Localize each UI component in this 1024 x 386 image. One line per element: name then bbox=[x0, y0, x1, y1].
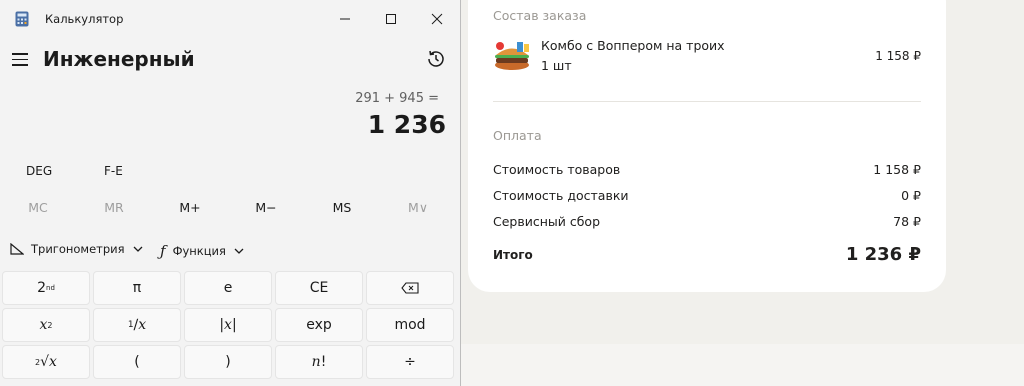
expression-display: 291 + 945 = bbox=[355, 91, 439, 106]
backspace-key[interactable] bbox=[366, 271, 454, 305]
calculator-window: Калькулятор Инженерный 291 + 945 = 1 236… bbox=[0, 0, 461, 386]
square-root-key[interactable]: 2 √ x bbox=[2, 345, 90, 379]
maximize-button[interactable] bbox=[368, 0, 414, 38]
square-key[interactable]: x2 bbox=[2, 308, 90, 342]
second-function-key[interactable]: 2nd bbox=[2, 271, 90, 305]
chevron-down-icon bbox=[133, 246, 143, 252]
window-title: Калькулятор bbox=[45, 12, 124, 26]
mod-key[interactable]: mod bbox=[366, 308, 454, 342]
order-summary-card: Состав заказа Комбо с Воппером на троих … bbox=[468, 0, 946, 292]
close-button[interactable] bbox=[414, 0, 460, 38]
absolute-key[interactable]: | x | bbox=[184, 308, 272, 342]
order-composition-title: Состав заказа bbox=[493, 8, 587, 23]
maximize-icon bbox=[386, 14, 396, 24]
pi-key[interactable]: π bbox=[93, 271, 181, 305]
angle-mode-button[interactable]: DEG bbox=[26, 164, 52, 178]
fe-button[interactable]: F-E bbox=[104, 164, 123, 178]
function-icon: ƒ bbox=[160, 242, 166, 260]
payment-title: Оплата bbox=[493, 128, 542, 143]
chevron-down-icon bbox=[234, 248, 244, 254]
memory-add-button[interactable]: M+ bbox=[152, 200, 228, 215]
close-paren-key[interactable]: ) bbox=[184, 345, 272, 379]
burger-combo-icon[interactable] bbox=[493, 40, 531, 72]
total-label: Итого bbox=[493, 248, 533, 262]
backspace-icon bbox=[401, 282, 419, 294]
function-label: Функция bbox=[172, 244, 226, 258]
reciprocal-key[interactable]: 1 ∕ x bbox=[93, 308, 181, 342]
function-dropdown[interactable]: ƒ Функция bbox=[160, 242, 245, 260]
delivery-cost-value: 0 ₽ bbox=[901, 188, 921, 203]
history-icon[interactable] bbox=[425, 48, 447, 70]
memory-recall-button[interactable]: MR bbox=[76, 200, 152, 215]
minimize-button[interactable] bbox=[322, 0, 368, 38]
divider bbox=[493, 101, 921, 102]
item-quantity: 1 шт bbox=[541, 58, 572, 73]
exp-key[interactable]: exp bbox=[275, 308, 363, 342]
open-paren-key[interactable]: ( bbox=[93, 345, 181, 379]
item-price: 1 158 ₽ bbox=[875, 49, 921, 63]
item-name[interactable]: Комбо с Воппером на троих bbox=[541, 38, 725, 53]
calculator-mode-title: Инженерный bbox=[43, 47, 195, 71]
goods-cost-label: Стоимость товаров bbox=[493, 162, 621, 177]
close-icon bbox=[431, 13, 443, 25]
service-fee-value: 78 ₽ bbox=[893, 214, 921, 229]
factorial-key[interactable]: n! bbox=[275, 345, 363, 379]
memory-list-button[interactable]: M∨ bbox=[380, 200, 456, 215]
calculator-app-icon bbox=[15, 11, 29, 27]
memory-subtract-button[interactable]: M− bbox=[228, 200, 304, 215]
goods-cost-value: 1 158 ₽ bbox=[873, 162, 921, 177]
trigonometry-dropdown[interactable]: Тригонометрия bbox=[10, 242, 144, 256]
triangle-ruler-icon bbox=[10, 243, 24, 255]
result-display: 1 236 bbox=[367, 110, 446, 139]
delivery-cost-label: Стоимость доставки bbox=[493, 188, 629, 203]
minimize-icon bbox=[340, 18, 350, 20]
clear-entry-key[interactable]: CE bbox=[275, 271, 363, 305]
hamburger-menu-icon[interactable] bbox=[12, 53, 28, 67]
total-value: 1 236 ₽ bbox=[845, 244, 921, 265]
trigonometry-label: Тригонометрия bbox=[31, 242, 125, 256]
memory-clear-button[interactable]: MC bbox=[0, 200, 76, 215]
service-fee-label: Сервисный сбор bbox=[493, 214, 601, 229]
euler-key[interactable]: e bbox=[184, 271, 272, 305]
memory-store-button[interactable]: MS bbox=[304, 200, 380, 215]
divide-key[interactable]: ÷ bbox=[366, 345, 454, 379]
title-bar[interactable]: Калькулятор bbox=[0, 0, 461, 38]
